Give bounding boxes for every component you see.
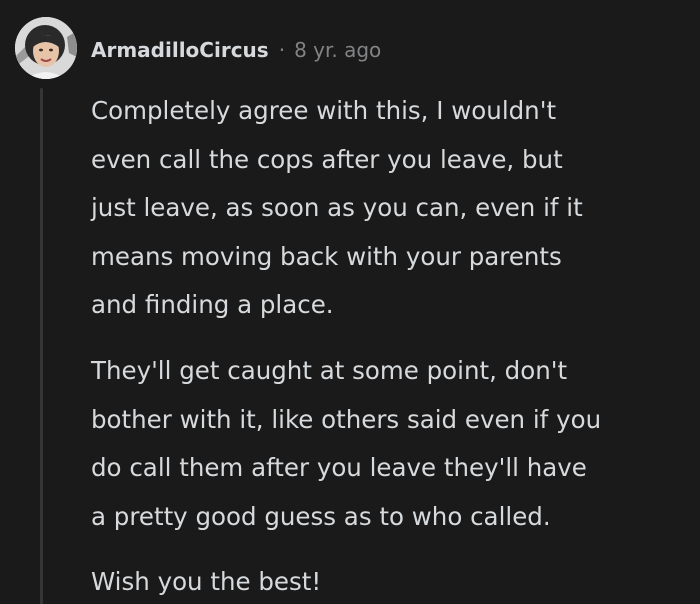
username-link[interactable]: ArmadilloCircus	[91, 38, 269, 62]
comment-meta: ArmadilloCircus · 8 yr. ago	[91, 33, 381, 67]
comment-line: even call the cops after you leave, but	[91, 144, 563, 174]
comment-line: means moving back with your parents	[91, 241, 562, 271]
comment: ArmadilloCircus · 8 yr. ago Completely a…	[0, 0, 700, 604]
comment-paragraph: Wish you the best!	[91, 558, 681, 604]
user-avatar-icon[interactable]	[15, 17, 77, 79]
comment-line: just leave, as soon as you can, even if …	[91, 193, 583, 223]
comment-line: Completely agree with this, I wouldn't	[91, 96, 557, 125]
comment-line: They'll get caught at some point, don't	[91, 355, 568, 385]
separator-dot: ·	[278, 38, 286, 62]
comment-line: and finding a place.	[91, 290, 334, 320]
comment-line: bother with it, like others said even if…	[91, 404, 602, 434]
comment-paragraph: Completely agree with this, I wouldn't e…	[91, 87, 681, 330]
comment-line: a pretty good guess as to who called.	[91, 501, 551, 531]
comment-line: do call them after you leave they'll hav…	[91, 453, 587, 483]
comment-line: Wish you the best!	[91, 567, 322, 597]
timestamp-link[interactable]: 8 yr. ago	[294, 38, 381, 62]
comment-paragraph: They'll get caught at some point, don't …	[91, 347, 681, 541]
comment-body: Completely agree with this, I wouldn't e…	[91, 87, 681, 604]
thread-line[interactable]	[40, 88, 43, 604]
